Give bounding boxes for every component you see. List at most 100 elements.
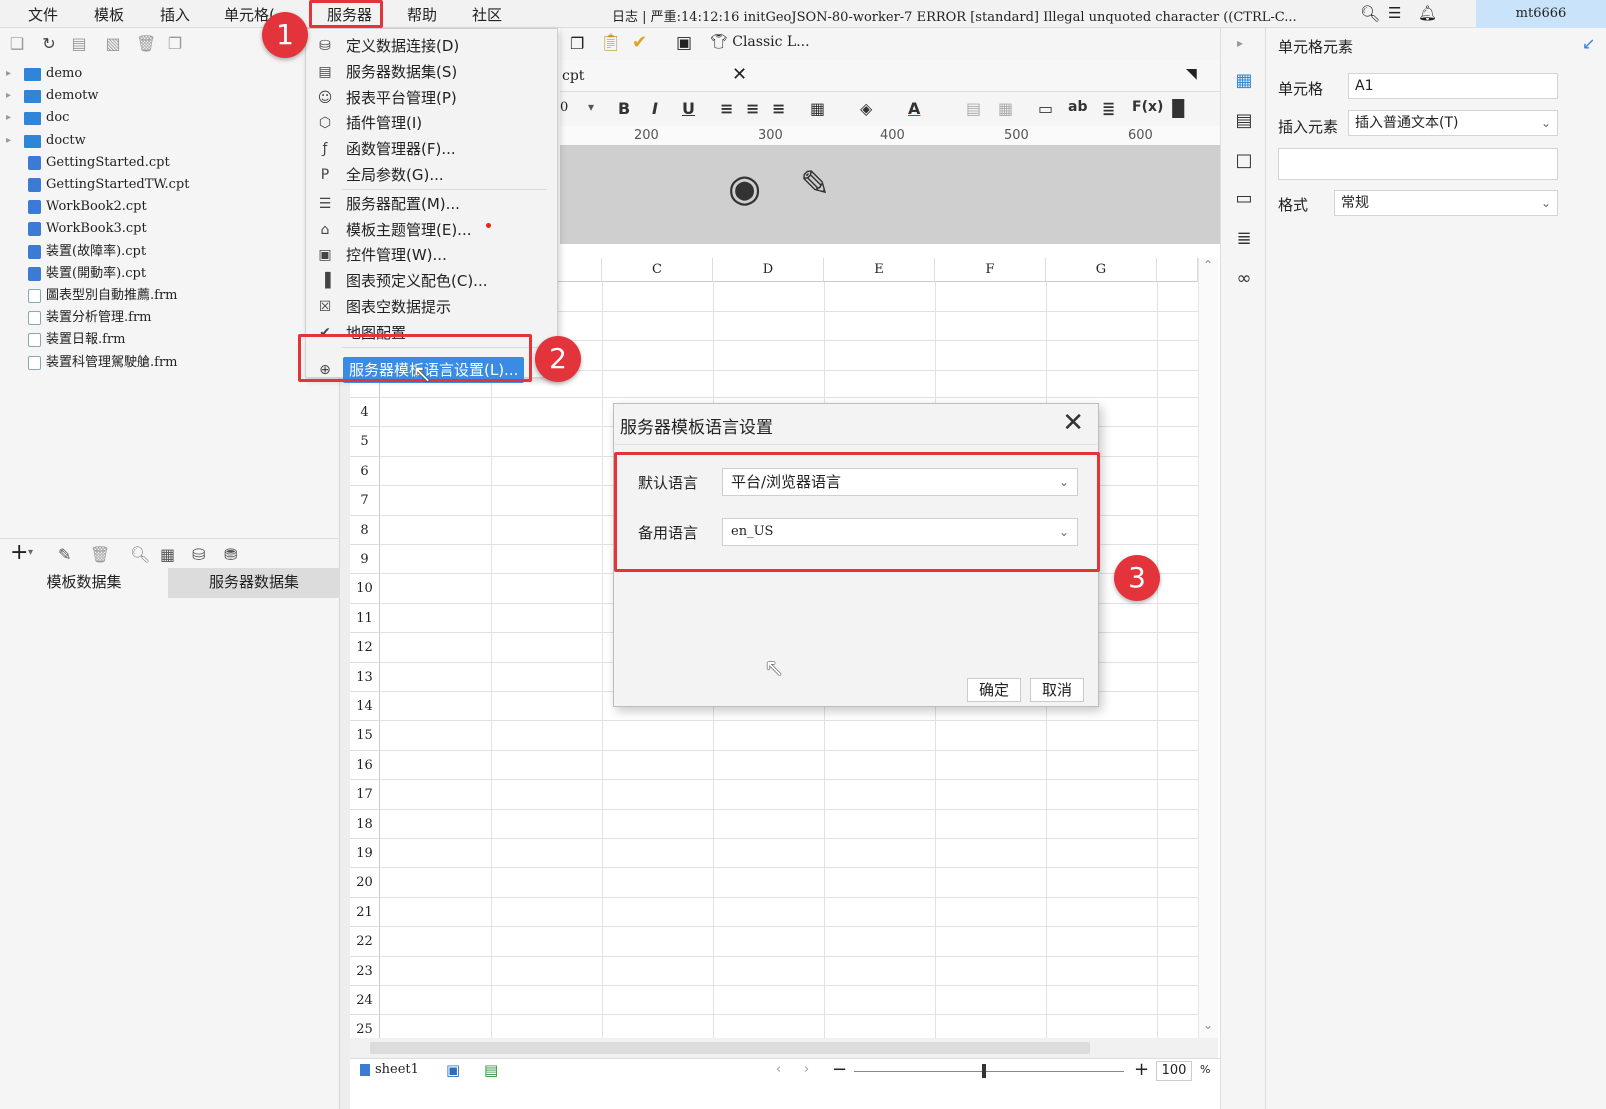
- tree-file[interactable]: GettingStartedTW.cpt: [0, 174, 330, 196]
- row-header[interactable]: 20: [350, 868, 380, 898]
- tree-folder[interactable]: ▸ doctw: [0, 130, 330, 152]
- row-header[interactable]: 5: [350, 427, 380, 457]
- row-header[interactable]: 6: [350, 456, 380, 487]
- theme-selector[interactable]: 👕︎ Classic L...: [710, 34, 810, 50]
- border-icon[interactable]: ▦: [810, 99, 825, 118]
- tree-file[interactable]: 装置分析管理.frm: [0, 307, 330, 329]
- row-header[interactable]: 15: [350, 721, 380, 751]
- expand-icon[interactable]: ▸: [1237, 36, 1243, 50]
- list-icon[interactable]: ≣: [1233, 228, 1255, 250]
- db-clear-icon[interactable]: ⛃: [224, 545, 237, 564]
- add-report-sheet-icon[interactable]: ▣: [446, 1061, 460, 1079]
- eye-hidden-icon[interactable]: ◉: [728, 166, 761, 210]
- dataset-icon[interactable]: ▦: [160, 545, 175, 564]
- menu-item[interactable]: ƒ 函数管理器(F)...: [306, 136, 557, 162]
- search-icon[interactable]: 🔍︎: [1360, 4, 1380, 23]
- menu-item[interactable]: ⬡ 插件管理(I): [306, 110, 557, 136]
- format-painter-icon[interactable]: ✔: [632, 32, 647, 53]
- tree-file[interactable]: WorkBook3.cpt: [0, 218, 330, 240]
- font-size-field[interactable]: 0: [560, 100, 568, 115]
- template-tab[interactable]: cpt: [562, 68, 584, 84]
- ok-button[interactable]: 确定: [967, 678, 1021, 702]
- tree-file[interactable]: 装置科管理駕駛艙.frm: [0, 352, 330, 374]
- refresh-icon[interactable]: ↻: [40, 35, 58, 53]
- delete-dataset-icon[interactable]: 🗑︎: [90, 545, 110, 564]
- user-account[interactable]: mt6666: [1476, 0, 1606, 28]
- insert-element-select[interactable]: 插入普通文本(T) ⌄: [1348, 110, 1558, 136]
- preview-icon[interactable]: 🔍︎: [130, 545, 150, 564]
- font-color-icon[interactable]: A: [908, 99, 920, 118]
- horizontal-scrollbar[interactable]: [350, 1038, 1218, 1058]
- add-dataset-icon[interactable]: +: [10, 540, 28, 565]
- delete-icon[interactable]: 🗑︎: [136, 35, 156, 53]
- expand-arrow-icon[interactable]: ▸: [6, 63, 11, 85]
- column-header[interactable]: G: [1046, 258, 1157, 282]
- db-sync-icon[interactable]: ⛁: [192, 545, 205, 564]
- hyperlink-icon[interactable]: ∞: [1233, 268, 1255, 290]
- row-header[interactable]: 18: [350, 809, 380, 839]
- row-header[interactable]: 24: [350, 986, 380, 1016]
- vertical-scrollbar[interactable]: ⌃ ⌄: [1198, 258, 1218, 1038]
- menu-item[interactable]: ⛁ 定义数据连接(D): [306, 33, 557, 59]
- cell-field[interactable]: A1: [1348, 73, 1558, 99]
- format-select[interactable]: 常规 ⌄: [1334, 190, 1558, 216]
- menu-item[interactable]: ☒ 图表空数据提示: [306, 294, 557, 320]
- merge-cells-icon[interactable]: ▤: [966, 99, 981, 118]
- unmerge-cells-icon[interactable]: ▦: [998, 99, 1013, 118]
- row-header[interactable]: 17: [350, 780, 380, 810]
- column-header[interactable]: C: [602, 258, 713, 282]
- menu-community[interactable]: 社区: [472, 4, 502, 25]
- chevron-down-icon[interactable]: ▾: [28, 547, 33, 558]
- row-header[interactable]: 16: [350, 750, 380, 781]
- formula-icon[interactable]: F(x): [1132, 99, 1163, 115]
- copy-icon[interactable]: ❐: [570, 34, 584, 53]
- zoom-out-icon[interactable]: −: [832, 1059, 847, 1080]
- scroll-down-icon[interactable]: ⌄: [1203, 1018, 1213, 1032]
- menu-item[interactable]: P 全局参数(G)...: [306, 162, 557, 188]
- paste-icon[interactable]: 📋︎: [600, 33, 622, 53]
- row-header[interactable]: 8: [350, 515, 380, 545]
- text-field-icon[interactable]: ▭: [1038, 99, 1053, 118]
- menu-template[interactable]: 模板: [94, 4, 124, 25]
- cell-element-icon[interactable]: ▦: [1233, 70, 1255, 92]
- menu-help[interactable]: 帮助: [407, 4, 437, 25]
- locate-icon[interactable]: ▤: [70, 35, 88, 53]
- pencil-icon[interactable]: ✎: [800, 164, 830, 205]
- menu-item[interactable]: ▤ 服务器数据集(S): [306, 59, 557, 85]
- scroll-up-icon[interactable]: ⌃: [1203, 258, 1213, 272]
- zoom-slider[interactable]: [854, 1071, 1124, 1072]
- row-header[interactable]: 7: [350, 486, 380, 516]
- richtext-icon[interactable]: ≣: [1102, 99, 1115, 118]
- menu-item[interactable]: ☰ 服务器配置(M)...: [306, 191, 557, 217]
- tree-folder[interactable]: ▸ doc: [0, 107, 330, 129]
- menu-item[interactable]: ▣ 控件管理(W)...: [306, 242, 557, 268]
- close-tab-icon[interactable]: ✕: [732, 64, 747, 85]
- underline-icon[interactable]: U: [682, 99, 695, 118]
- tree-file[interactable]: GettingStarted.cpt: [0, 152, 330, 174]
- tree-file[interactable]: 裝置(開動率).cpt: [0, 263, 330, 285]
- row-header[interactable]: 10: [350, 574, 380, 604]
- row-header[interactable]: 4: [350, 398, 380, 428]
- menu-item[interactable]: ⌂ 模板主题管理(E)...: [306, 217, 557, 243]
- row-header[interactable]: 13: [350, 662, 380, 692]
- pin-icon[interactable]: ↙: [1582, 34, 1595, 53]
- tab-template-dataset[interactable]: 模板数据集: [0, 568, 168, 598]
- copy-icon[interactable]: ❐: [166, 35, 184, 53]
- menu-file[interactable]: 文件: [28, 4, 58, 25]
- align-right-icon[interactable]: ≡: [772, 99, 785, 118]
- edit-icon[interactable]: ✎: [58, 545, 71, 564]
- condition-attribute-icon[interactable]: ▭: [1233, 188, 1255, 210]
- close-icon[interactable]: ✕: [1062, 408, 1084, 438]
- bell-icon[interactable]: 🔔︎: [1418, 4, 1437, 22]
- row-header[interactable]: 12: [350, 633, 380, 663]
- add-form-sheet-icon[interactable]: ▤: [484, 1061, 498, 1079]
- column-header[interactable]: F: [935, 258, 1046, 282]
- tab-server-dataset[interactable]: 服务器数据集: [168, 568, 340, 598]
- cell-attribute-icon[interactable]: ▤: [1233, 110, 1255, 132]
- zoom-in-icon[interactable]: +: [1134, 1059, 1149, 1080]
- chart-icon[interactable]: ▐▌: [1166, 99, 1191, 118]
- row-header[interactable]: 9: [350, 545, 380, 575]
- tree-file[interactable]: 圖表型別自動推薦.frm: [0, 285, 330, 307]
- row-header[interactable]: 23: [350, 956, 380, 986]
- scroll-right-icon[interactable]: ›: [804, 1062, 809, 1077]
